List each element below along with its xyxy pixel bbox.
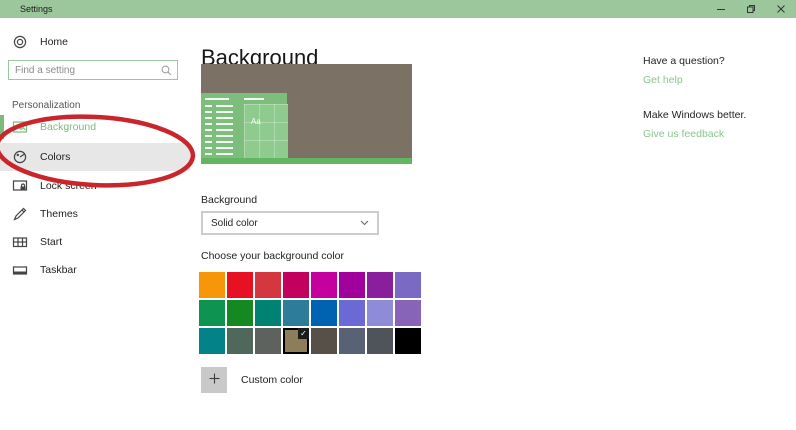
window-title: Settings <box>20 4 53 14</box>
color-swatch[interactable] <box>367 328 393 354</box>
sidebar: Home Personalization Background <box>0 18 190 430</box>
sidebar-item-label: Colors <box>40 151 70 163</box>
color-swatch[interactable] <box>227 272 253 298</box>
color-swatch-selected[interactable]: ✓ <box>283 328 309 354</box>
color-swatch[interactable] <box>339 300 365 326</box>
plus-icon <box>209 373 220 384</box>
color-swatch[interactable] <box>395 300 421 326</box>
color-swatch[interactable] <box>199 300 225 326</box>
image-icon <box>12 119 28 135</box>
custom-color-label: Custom color <box>241 374 303 386</box>
sidebar-item-label: Background <box>40 121 96 133</box>
choose-color-label: Choose your background color <box>201 250 344 262</box>
start-tiles-icon <box>12 234 28 250</box>
preview-tile-header-line <box>244 98 264 100</box>
themes-icon <box>12 206 28 222</box>
preview-taskbar <box>201 158 412 164</box>
sidebar-section-label: Personalization <box>12 100 80 111</box>
maximize-restore-button[interactable] <box>736 0 766 18</box>
color-swatch[interactable] <box>199 272 225 298</box>
color-swatch[interactable] <box>255 328 281 354</box>
sidebar-item-label: Start <box>40 236 62 248</box>
dropdown-selected-value: Solid color <box>211 218 258 229</box>
search-icon[interactable] <box>161 65 172 76</box>
color-swatch[interactable] <box>395 328 421 354</box>
lockscreen-icon <box>12 178 28 194</box>
check-icon: ✓ <box>298 328 309 339</box>
help-question-label: Have a question? <box>643 55 725 67</box>
sidebar-item-label: Themes <box>40 208 78 220</box>
sidebar-home-label: Home <box>40 36 68 48</box>
color-swatch[interactable] <box>367 300 393 326</box>
preview-menu-header-line <box>205 98 229 100</box>
color-swatch[interactable] <box>283 272 309 298</box>
sidebar-item-lock-screen[interactable]: Lock screen <box>0 172 190 200</box>
sidebar-item-taskbar[interactable]: Taskbar <box>0 256 190 284</box>
sidebar-item-label: Lock screen <box>40 180 97 192</box>
color-swatch[interactable] <box>227 300 253 326</box>
chevron-down-icon <box>360 220 369 226</box>
minimize-button[interactable] <box>706 0 736 18</box>
minimize-icon <box>716 4 726 14</box>
preview-aa-label: Aa <box>251 117 261 126</box>
sidebar-item-colors[interactable]: Colors <box>0 143 190 171</box>
color-swatch[interactable] <box>311 328 337 354</box>
color-swatch[interactable] <box>339 328 365 354</box>
close-button[interactable] <box>766 0 796 18</box>
window-controls <box>706 0 796 18</box>
color-swatch[interactable] <box>255 272 281 298</box>
settings-window: Settings <box>0 0 796 430</box>
background-type-dropdown[interactable]: Solid color <box>201 211 379 235</box>
search-input[interactable] <box>9 65 161 76</box>
get-help-link[interactable]: Get help <box>643 74 683 86</box>
sidebar-item-home[interactable]: Home <box>0 34 190 50</box>
sidebar-item-themes[interactable]: Themes <box>0 200 190 228</box>
preview-tile-panel: Aa <box>244 104 288 158</box>
give-feedback-link[interactable]: Give us feedback <box>643 128 724 140</box>
sidebar-item-start[interactable]: Start <box>0 228 190 256</box>
background-preview-thumbnail: Aa <box>201 64 412 164</box>
color-swatch[interactable] <box>367 272 393 298</box>
color-swatch[interactable] <box>311 300 337 326</box>
make-windows-better-label: Make Windows better. <box>643 109 746 121</box>
search-box <box>8 60 178 80</box>
color-swatch[interactable] <box>255 300 281 326</box>
color-swatch[interactable] <box>339 272 365 298</box>
color-swatch[interactable] <box>227 328 253 354</box>
color-swatch[interactable] <box>311 272 337 298</box>
palette-icon <box>12 149 28 165</box>
selected-accent-bar <box>0 115 4 139</box>
taskbar-icon <box>12 262 28 278</box>
color-swatch[interactable] <box>283 300 309 326</box>
color-swatch[interactable] <box>395 272 421 298</box>
preview-menu-rail-lines <box>205 105 212 161</box>
preview-menu-item-lines <box>216 105 233 155</box>
custom-color-row: Custom color <box>201 367 303 393</box>
sidebar-item-label: Taskbar <box>40 264 77 276</box>
sidebar-item-background[interactable]: Background <box>0 113 190 141</box>
background-color-grid: ✓ <box>199 272 421 354</box>
restore-icon <box>746 4 756 14</box>
custom-color-button[interactable] <box>201 367 227 393</box>
color-swatch[interactable] <box>199 328 225 354</box>
home-icon <box>12 34 28 50</box>
titlebar: Settings <box>0 0 796 18</box>
background-dropdown-label: Background <box>201 194 257 206</box>
close-icon <box>776 4 786 14</box>
